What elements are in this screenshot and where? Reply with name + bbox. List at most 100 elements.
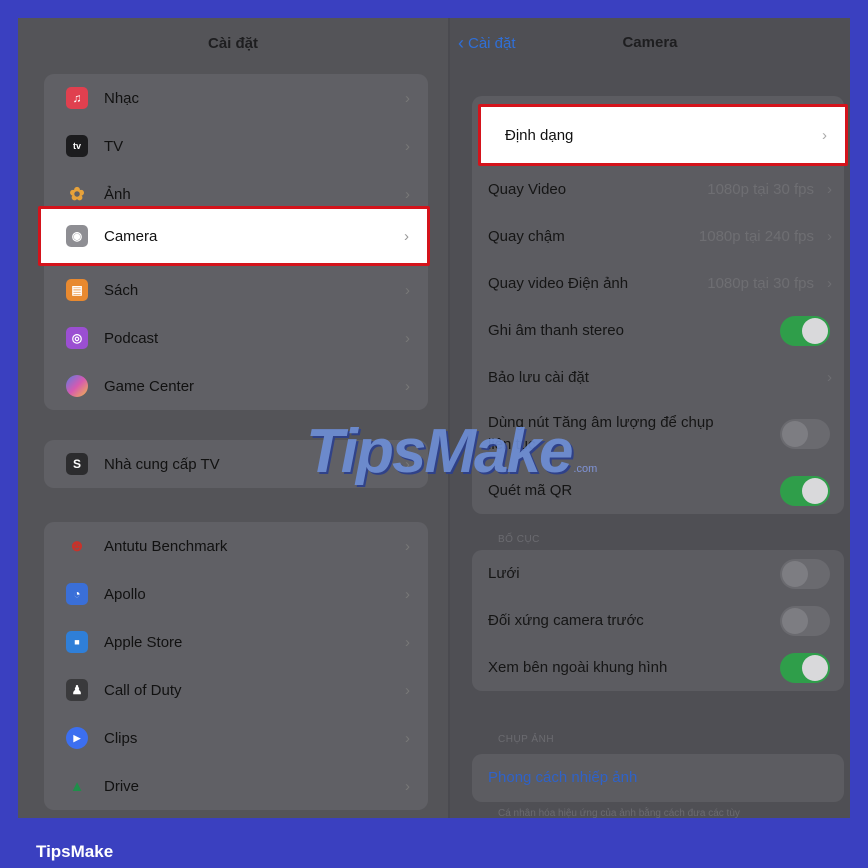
- page-title: Camera: [622, 34, 678, 51]
- chevron-right-icon: ›: [405, 89, 410, 107]
- grid-toggle[interactable]: [780, 558, 830, 589]
- sidebar-item-gamecenter[interactable]: Game Center ›: [44, 362, 428, 410]
- row-value: 1080p tại 30 fps: [707, 181, 814, 198]
- cinematic-row[interactable]: Quay video Điện ảnh 1080p tại 30 fps ›: [472, 260, 844, 307]
- sidebar-item-label: Sách: [104, 281, 139, 299]
- record-video-row[interactable]: Quay Video 1080p tại 30 fps ›: [472, 166, 844, 213]
- sidebar-item-music[interactable]: ♫ Nhạc ›: [44, 74, 428, 122]
- photographic-styles-row[interactable]: Phong cách nhiếp ảnh: [472, 754, 844, 801]
- camera-header: ‹ Cài đặt Camera: [450, 18, 850, 68]
- sidebar-item-label: Game Center: [104, 377, 195, 395]
- chevron-right-icon: ›: [405, 185, 410, 203]
- sidebar-item-label: TV: [104, 137, 124, 155]
- sidebar-item-camera[interactable]: ◉ Camera ›: [38, 206, 430, 266]
- view-outside-frame-row: Xem bên ngoài khung hình: [472, 644, 844, 691]
- stereo-row: Ghi âm thanh stereo: [472, 307, 844, 354]
- clips-icon: ▶: [66, 727, 88, 749]
- sidebar-item-label: Drive: [104, 777, 140, 795]
- callofduty-icon: ♟: [66, 679, 88, 701]
- sidebar-item-label: Camera: [104, 227, 158, 245]
- gamecenter-icon: [66, 375, 88, 397]
- chevron-right-icon: ›: [405, 585, 410, 603]
- chevron-right-icon: ›: [405, 137, 410, 155]
- row-value: 1080p tại 240 fps: [698, 228, 814, 245]
- books-icon: ▤: [66, 279, 88, 301]
- row-label: Quay chậm: [488, 228, 565, 245]
- sidebar-item-podcast[interactable]: ◎ Podcast ›: [44, 314, 428, 362]
- layout-settings-group: Lưới Đối xứng camera trước Xem bên ngoài…: [472, 550, 844, 691]
- chevron-right-icon: ›: [405, 329, 410, 347]
- chevron-right-icon: ›: [405, 633, 410, 651]
- sidebar-item-apollo[interactable]: ◔ Apollo ›: [44, 570, 428, 618]
- chevron-right-icon: ›: [827, 275, 832, 292]
- chevron-right-icon: ›: [822, 126, 827, 144]
- sidebar-item-drive[interactable]: ▲ Drive ›: [44, 762, 428, 810]
- antutu-icon: ☻: [68, 536, 86, 555]
- applestore-icon: ■: [66, 631, 88, 653]
- sidebar-item-label: Antutu Benchmark: [104, 537, 228, 555]
- row-label: Xem bên ngoài khung hình: [488, 659, 668, 676]
- watermark-text: TipsMake: [306, 417, 573, 486]
- slow-mo-row[interactable]: Quay chậm 1080p tại 240 fps ›: [472, 213, 844, 260]
- chevron-right-icon: ›: [405, 729, 410, 747]
- chevron-right-icon: ›: [827, 369, 832, 386]
- sidebar-item-label: Call of Duty: [104, 681, 182, 699]
- chevron-right-icon: ›: [827, 228, 832, 245]
- section-header-layout: BỐ CỤC: [498, 534, 540, 545]
- row-label: Lưới: [488, 565, 520, 582]
- photo-settings-group: Phong cách nhiếp ảnh: [472, 754, 844, 802]
- sidebar-item-label: Nhạc: [104, 89, 140, 107]
- row-value: 1080p tại 30 fps: [707, 275, 814, 292]
- photos-icon: ✿: [69, 183, 85, 204]
- photo-footnote: Cá nhân hóa hiệu ứng của ảnh bằng cách đ…: [498, 808, 740, 818]
- volume-burst-toggle[interactable]: [780, 419, 830, 449]
- chevron-right-icon: ›: [405, 681, 410, 699]
- row-label: Ghi âm thanh stereo: [488, 322, 624, 339]
- chevron-right-icon: ›: [405, 377, 410, 395]
- brand-label: TipsMake: [36, 842, 114, 861]
- sidebar-item-books[interactable]: ▤ Sách ›: [44, 266, 428, 314]
- sidebar-item-clips[interactable]: ▶ Clips ›: [44, 714, 428, 762]
- row-label: Định dạng: [505, 126, 574, 144]
- photographic-styles-link[interactable]: Phong cách nhiếp ảnh: [488, 769, 637, 786]
- apollo-icon: ◔: [66, 583, 88, 605]
- row-label: Đối xứng camera trước: [488, 612, 644, 629]
- chevron-right-icon: ›: [827, 181, 832, 198]
- sidebar-item-label: Apollo: [104, 585, 146, 603]
- view-outside-frame-toggle[interactable]: [780, 652, 830, 683]
- mirror-front-row: Đối xứng camera trước: [472, 597, 844, 644]
- camera-icon: ◉: [66, 225, 88, 247]
- sidebar-item-label: Podcast: [104, 329, 159, 347]
- sidebar-item-label: Nhà cung cấp TV: [104, 455, 220, 473]
- section-header-photo: CHỤP ẢNH: [498, 734, 555, 745]
- mirror-front-toggle[interactable]: [780, 605, 830, 636]
- format-row[interactable]: Định dạng ›: [478, 104, 848, 166]
- sidebar-item-tv[interactable]: tv TV ›: [44, 122, 428, 170]
- chevron-right-icon: ›: [404, 227, 409, 245]
- sidebar-item-label: Apple Store: [104, 633, 183, 651]
- row-label: Quay video Điện ảnh: [488, 275, 629, 292]
- watermark-suffix: .com: [573, 463, 598, 475]
- drive-icon: ▲: [69, 777, 85, 795]
- sidebar-item-label: Clips: [104, 729, 138, 747]
- chevron-right-icon: ›: [405, 537, 410, 555]
- chevron-right-icon: ›: [405, 777, 410, 795]
- chevron-right-icon: ›: [405, 281, 410, 299]
- watermark: TipsMake .com: [306, 416, 597, 487]
- scan-qr-toggle[interactable]: [780, 475, 830, 506]
- sidebar-item-callofduty[interactable]: ♟ Call of Duty ›: [44, 666, 428, 714]
- stereo-toggle[interactable]: [780, 315, 830, 346]
- row-label: Quay Video: [488, 181, 567, 198]
- screenshot-frame: Cài đặt ♫ Nhạc › tv TV › ✿ Ảnh › ▤ Sách …: [18, 18, 850, 818]
- grid-row: Lưới: [472, 550, 844, 597]
- sidebar-title: Cài đặt: [207, 34, 258, 52]
- preserve-settings-row[interactable]: Bảo lưu cài đặt ›: [472, 354, 844, 401]
- sidebar-item-antutu[interactable]: ☻ Antutu Benchmark ›: [44, 522, 428, 570]
- sidebar-group-apps: ☻ Antutu Benchmark › ◔ Apollo › ■ Apple …: [44, 522, 428, 810]
- tvprovider-icon: S: [66, 453, 88, 475]
- row-label: Bảo lưu cài đặt: [488, 369, 589, 386]
- music-icon: ♫: [66, 87, 88, 109]
- podcast-icon: ◎: [66, 327, 88, 349]
- sidebar-item-applestore[interactable]: ■ Apple Store ›: [44, 618, 428, 666]
- sidebar-item-label: Ảnh: [104, 185, 131, 203]
